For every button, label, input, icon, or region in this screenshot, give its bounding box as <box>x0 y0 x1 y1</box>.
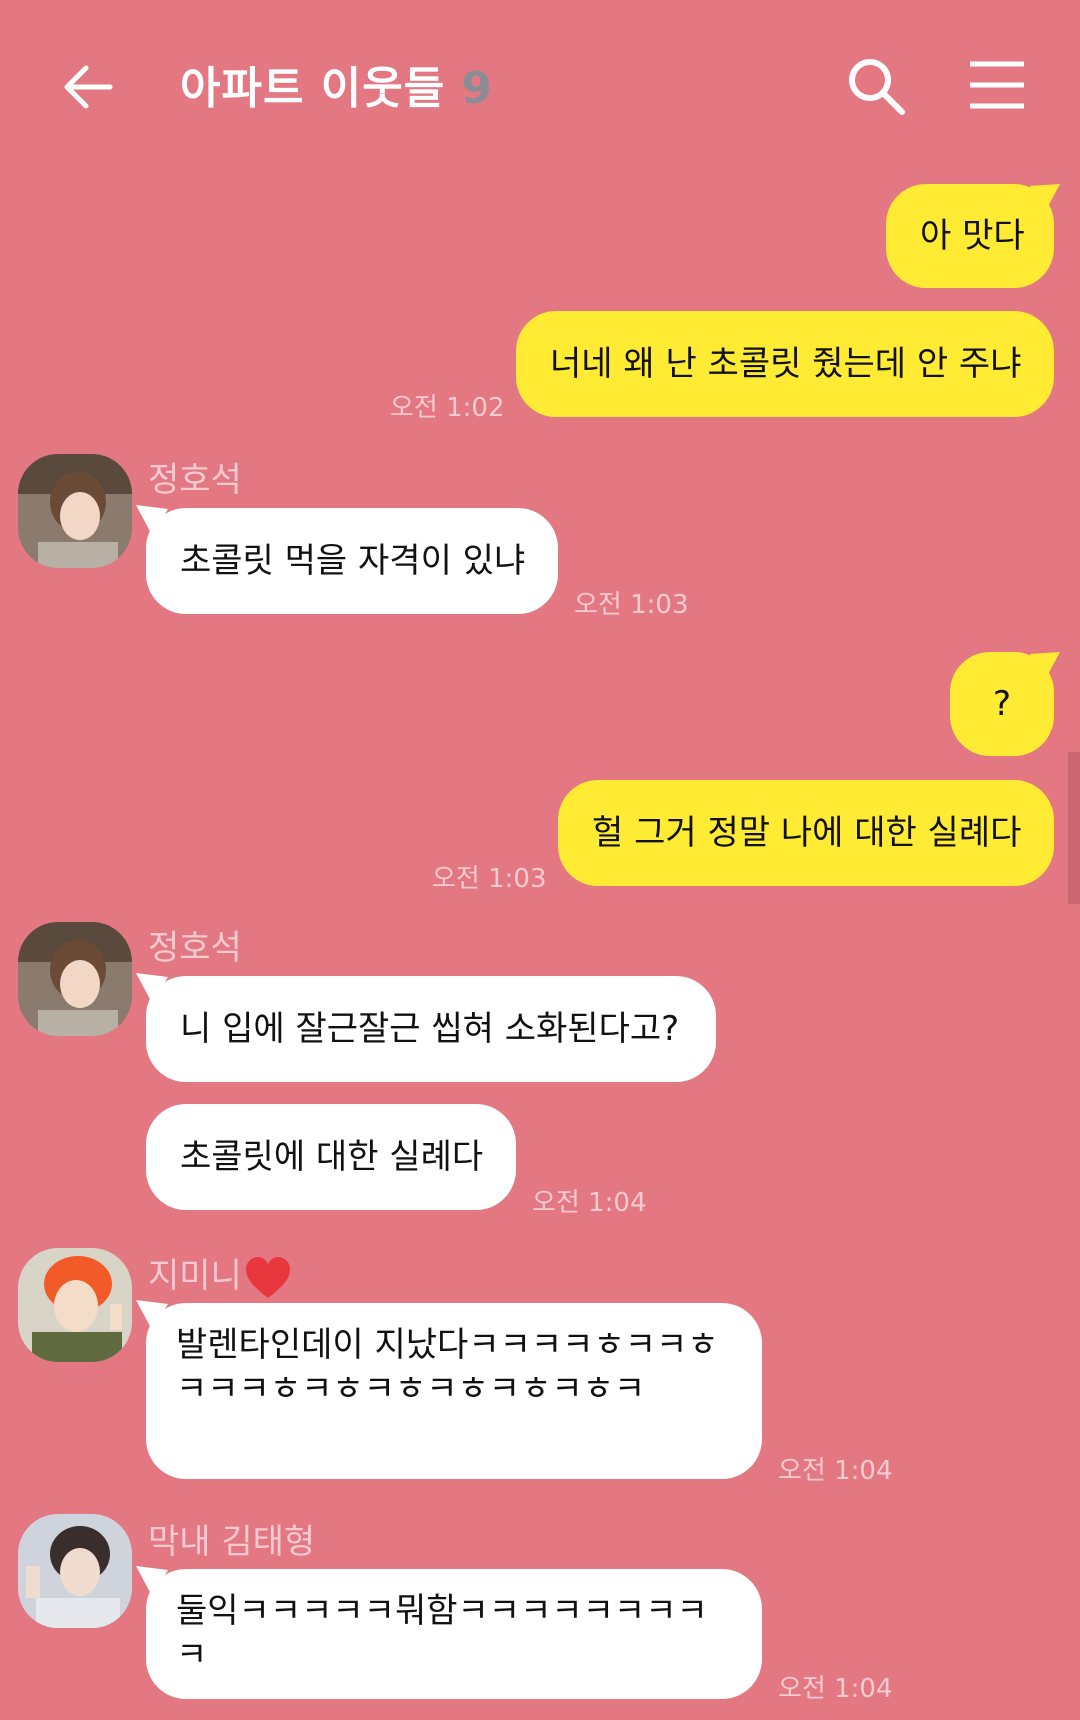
message-time: 오전 1:03 <box>432 864 547 894</box>
message-text: 둘익ㅋㅋㅋㅋㅋ뭐함ㅋㅋㅋㅋㅋㅋㅋㅋㅋ <box>176 1591 708 1675</box>
message-bubble-other[interactable]: 발렌타인데이 지났다ㅋㅋㅋㅋㅎㅋㅋㅎㅋㅋㅋㅎㅋㅎㅋㅎㅋㅎㅋㅎㅋㅎㅋ <box>146 1303 762 1479</box>
search-icon[interactable] <box>846 56 906 116</box>
room-name: 아파트 이웃들 <box>180 63 446 114</box>
bubble-tail <box>1030 184 1060 214</box>
scrollbar-thumb[interactable] <box>1068 752 1080 904</box>
message-bubble-other[interactable]: 니 입에 잘근잘근 씹혀 소화된다고? <box>146 976 716 1082</box>
sender-name: 정호석 <box>148 460 242 500</box>
red-heart-icon <box>245 1256 290 1298</box>
sender-name: 막내 김태형 <box>148 1522 316 1562</box>
message-time: 오전 1:03 <box>574 590 689 620</box>
message-time: 오전 1:04 <box>532 1188 647 1218</box>
avatar-image <box>18 1514 132 1628</box>
message-time: 오전 1:04 <box>778 1674 893 1704</box>
hamburger-menu-icon[interactable] <box>968 60 1026 110</box>
message-bubble-other[interactable]: 둘익ㅋㅋㅋㅋㅋ뭐함ㅋㅋㅋㅋㅋㅋㅋㅋㅋ <box>146 1569 762 1699</box>
message-text: 초콜릿에 대한 실례다 <box>180 1137 484 1177</box>
message-text: 아 맛다 <box>920 216 1025 256</box>
message-time: 오전 1:02 <box>390 393 505 423</box>
avatar-image <box>18 922 132 1036</box>
message-text: 헐 그거 정말 나에 대한 실례다 <box>592 813 1022 853</box>
message-text: 니 입에 잘근잘근 씹혀 소화된다고? <box>180 1009 680 1049</box>
message-bubble-other[interactable]: 초콜릿 먹을 자격이 있냐 <box>146 508 558 614</box>
message-text: 초콜릿 먹을 자격이 있냐 <box>180 541 526 581</box>
sender-name: 정호석 <box>148 928 242 968</box>
avatar-image <box>18 454 132 568</box>
chat-header: 아파트 이웃들 9 <box>0 0 1080 165</box>
avatar[interactable] <box>18 454 132 568</box>
member-count: 9 <box>461 63 493 114</box>
message-bubble-me[interactable]: 아 맛다 <box>886 184 1054 288</box>
arrow-left-icon[interactable] <box>60 60 114 114</box>
avatar[interactable] <box>18 922 132 1036</box>
sender-name: 지미니 <box>148 1248 292 1300</box>
sender-name-text: 지미니 <box>148 1256 242 1296</box>
avatar[interactable] <box>18 1248 132 1362</box>
avatar-image <box>18 1248 132 1362</box>
message-text: 너네 왜 난 초콜릿 줬는데 안 주냐 <box>550 344 1022 384</box>
message-bubble-other[interactable]: 초콜릿에 대한 실례다 <box>146 1104 516 1210</box>
avatar[interactable] <box>18 1514 132 1628</box>
message-bubble-me[interactable]: 헐 그거 정말 나에 대한 실례다 <box>558 780 1054 886</box>
message-text: ? <box>992 684 1012 724</box>
message-time: 오전 1:04 <box>778 1456 893 1486</box>
bubble-tail <box>1030 652 1060 682</box>
chat-title: 아파트 이웃들 9 <box>180 52 493 116</box>
message-bubble-me[interactable]: 너네 왜 난 초콜릿 줬는데 안 주냐 <box>516 311 1054 417</box>
message-text: 발렌타인데이 지났다ㅋㅋㅋㅋㅎㅋㅋㅎㅋㅋㅋㅎㅋㅎㅋㅎㅋㅎㅋㅎㅋㅎㅋ <box>176 1325 719 1409</box>
